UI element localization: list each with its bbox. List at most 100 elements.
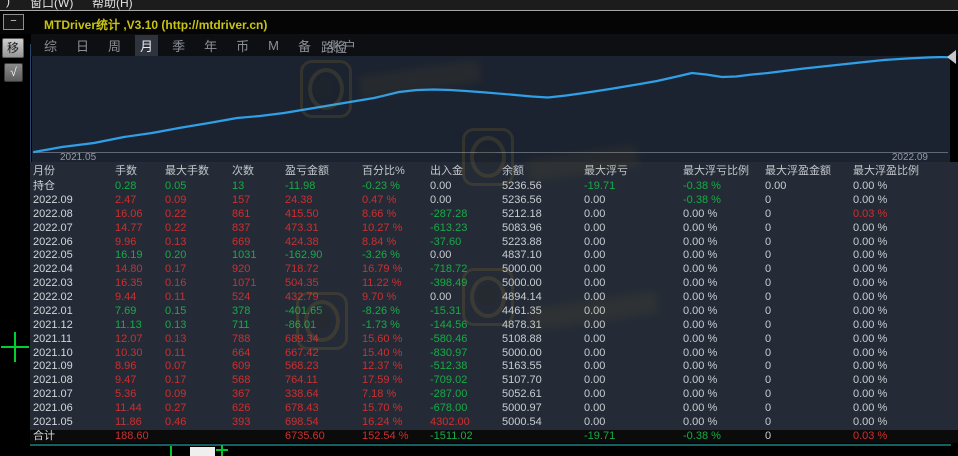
table-row[interactable]: 2022.0414.800.17920718.7216.79 %-718.725…: [30, 263, 958, 277]
cell: 152.54 %: [362, 430, 430, 443]
tab-年[interactable]: 年: [199, 35, 222, 56]
cell: -512.38: [430, 360, 502, 374]
table-row[interactable]: 2022.0316.350.161071504.3511.22 %-398.49…: [30, 277, 958, 291]
column-header[interactable]: 最大浮亏: [584, 162, 683, 180]
bottom-divider: [30, 444, 951, 446]
cell: -11.98: [285, 180, 362, 194]
column-header[interactable]: 盈亏金额: [285, 162, 362, 180]
column-header[interactable]: 手数: [115, 162, 165, 180]
cell: -678.00: [430, 402, 502, 416]
tab-月[interactable]: 月: [135, 35, 158, 56]
cell: -287.28: [430, 208, 502, 222]
tab-M[interactable]: M: [263, 37, 284, 54]
cell: 2022.08: [33, 208, 115, 222]
cell: 0.00: [430, 291, 502, 305]
column-header[interactable]: 百分比%: [362, 162, 430, 180]
column-header[interactable]: 次数: [232, 162, 285, 180]
table-row[interactable]: 2021.1112.070.13788689.3415.60 %-580.465…: [30, 333, 958, 347]
menu-item[interactable]: 窗口(W): [30, 0, 73, 11]
check-button[interactable]: √: [4, 63, 23, 82]
cell: 669: [232, 236, 285, 250]
column-header[interactable]: 最大浮盈比例: [853, 162, 958, 180]
tab-综[interactable]: 综: [39, 35, 62, 56]
cell: 16.79 %: [362, 263, 430, 277]
table-row[interactable]: 2021.089.470.17568764.1117.59 %-709.0251…: [30, 374, 958, 388]
cell: 0.00: [584, 416, 683, 430]
table-row[interactable]: 2022.029.440.11524432.799.70 %0.004894.1…: [30, 291, 958, 305]
cell: 0.07: [165, 360, 232, 374]
cell: 667.42: [285, 347, 362, 361]
cell: 0.00 %: [853, 222, 958, 236]
table-row[interactable]: 2021.0611.440.27626678.4315.70 %-678.005…: [30, 402, 958, 416]
cell: 0: [765, 360, 853, 374]
tab-周[interactable]: 周: [103, 35, 126, 56]
cell: 0.00 %: [853, 416, 958, 430]
menu-item[interactable]: 帮助(H): [92, 0, 133, 11]
move-button[interactable]: 移: [2, 38, 24, 58]
cell: 5052.61: [502, 388, 584, 402]
cell: 0.00: [584, 263, 683, 277]
cell: 9.96: [115, 236, 165, 250]
table-row[interactable]: 2022.0816.060.22861415.508.66 %-287.2852…: [30, 208, 958, 222]
cell: 0: [765, 222, 853, 236]
column-header[interactable]: 最大浮亏比例: [683, 162, 765, 180]
table-row[interactable]: 2021.1211.130.13711-86.01-1.73 %-144.564…: [30, 319, 958, 333]
cell: 861: [232, 208, 285, 222]
cell: 0.00 %: [853, 263, 958, 277]
cell: 0.05: [165, 180, 232, 194]
column-header[interactable]: 出入金: [430, 162, 502, 180]
column-header[interactable]: 最大手数: [165, 162, 232, 180]
cell: 24.38: [285, 194, 362, 208]
table-row[interactable]: 2021.0511.860.46393698.5416.24 %4302.005…: [30, 416, 958, 430]
cell: -0.38 %: [683, 194, 765, 208]
column-header[interactable]: 余额: [502, 162, 584, 180]
column-header[interactable]: 最大浮盈金额: [765, 162, 853, 180]
cell: 718.72: [285, 263, 362, 277]
cell: 0.00: [430, 194, 502, 208]
tab-path[interactable]: 路径: [321, 37, 347, 56]
cell: 0.17: [165, 263, 232, 277]
table-row[interactable]: 2022.017.690.15378-401.65-8.26 %-15.3144…: [30, 305, 958, 319]
minimize-button[interactable]: −: [3, 14, 24, 30]
table-row[interactable]: 2022.092.470.0915724.380.47 %0.005236.56…: [30, 194, 958, 208]
cell: 5000.00: [502, 277, 584, 291]
table-row[interactable]: 持仓0.280.0513-11.98-0.23 %0.005236.56-19.…: [30, 180, 958, 194]
cell: 2022.03: [33, 277, 115, 291]
table-row[interactable]: 2022.0714.770.22837473.3110.27 %-613.235…: [30, 222, 958, 236]
cell: 626: [232, 402, 285, 416]
tab-季[interactable]: 季: [167, 35, 190, 56]
table-row[interactable]: 2021.075.360.09367338.647.18 %-287.00505…: [30, 388, 958, 402]
horizontal-scrollbar-thumb[interactable]: [190, 447, 215, 456]
cell: 0.00 %: [683, 263, 765, 277]
app-window: )窗口(W)帮助(H) MTDriver统计 ,V3.10 (http://mt…: [0, 0, 958, 456]
cell: 4894.14: [502, 291, 584, 305]
table-row[interactable]: 2022.069.960.13669424.388.84 %-37.605223…: [30, 236, 958, 250]
cell: 0.00 %: [683, 347, 765, 361]
column-header[interactable]: 月份: [33, 162, 115, 180]
tab-日[interactable]: 日: [71, 35, 94, 56]
table-row[interactable]: 2022.0516.190.201031-162.90-3.26 %0.0048…: [30, 249, 958, 263]
pane-resize-arrow-icon[interactable]: [947, 50, 956, 64]
menu-item[interactable]: ): [6, 0, 10, 8]
cell: -709.02: [430, 374, 502, 388]
cell: 4837.10: [502, 249, 584, 263]
equity-chart[interactable]: 2021.05 2022.09: [32, 56, 950, 163]
cell: 5107.70: [502, 374, 584, 388]
cell: -613.23: [430, 222, 502, 236]
cell: 0.00: [584, 277, 683, 291]
cell: 0: [765, 347, 853, 361]
cell: 2021.06: [33, 402, 115, 416]
cell: 13: [232, 180, 285, 194]
cell: 5000.00: [502, 263, 584, 277]
cell: 5212.18: [502, 208, 584, 222]
table-row[interactable]: 2021.098.960.07609568.2312.37 %-512.3851…: [30, 360, 958, 374]
table-rows: 持仓0.280.0513-11.98-0.23 %0.005236.56-19.…: [30, 180, 958, 430]
tab-备[interactable]: 备: [293, 35, 316, 56]
cell: 2022.05: [33, 249, 115, 263]
tab-币[interactable]: 币: [231, 35, 254, 56]
cell: 5223.88: [502, 236, 584, 250]
cell: [165, 430, 232, 443]
cell: 0.00 %: [853, 236, 958, 250]
cell: -0.23 %: [362, 180, 430, 194]
table-row[interactable]: 2021.1010.300.11664667.4215.40 %-830.975…: [30, 347, 958, 361]
